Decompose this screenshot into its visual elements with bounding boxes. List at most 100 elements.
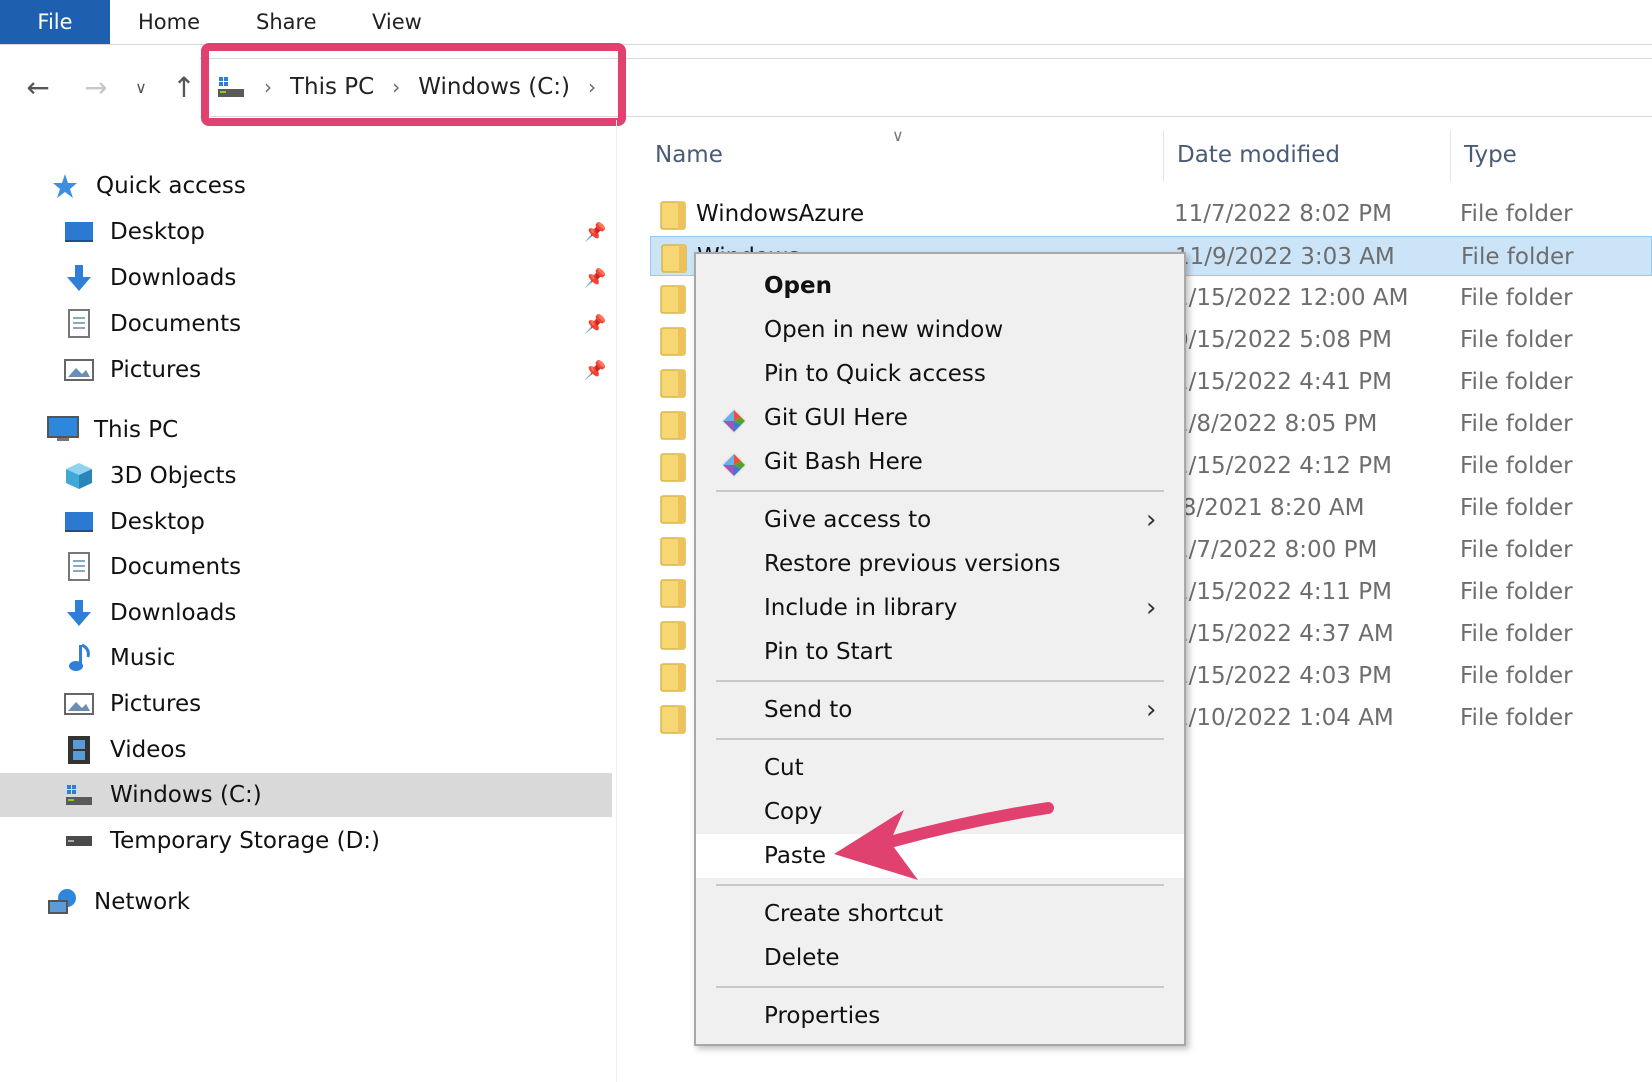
folder-icon <box>660 411 686 440</box>
menu-separator <box>716 490 1164 492</box>
nav-quick-access[interactable]: Quick access <box>48 164 246 208</box>
nav-label: This PC <box>94 417 179 443</box>
tab-view[interactable]: View <box>372 0 422 44</box>
download-icon <box>62 261 96 295</box>
nav-label: Downloads <box>110 265 237 291</box>
file-type: File folder <box>1460 453 1573 479</box>
folder-icon <box>660 285 686 314</box>
music-icon <box>62 641 96 675</box>
nav-pc-temporary-storage[interactable]: Temporary Storage (D:) <box>62 819 380 863</box>
document-icon <box>62 307 96 341</box>
star-icon <box>48 169 82 203</box>
nav-label: Music <box>110 645 176 671</box>
nav-label: Desktop <box>110 219 205 245</box>
column-header-name[interactable]: Name <box>655 132 723 178</box>
folder-icon <box>660 705 686 734</box>
menu-item-git-bash[interactable]: Git Bash Here <box>696 440 1184 484</box>
navigation-pane: Quick access Desktop 📌 Downloads 📌 Docum… <box>0 140 612 1082</box>
nav-label: Desktop <box>110 509 205 535</box>
menu-item-delete[interactable]: Delete <box>696 936 1184 980</box>
menu-separator <box>716 680 1164 682</box>
nav-pc-pictures[interactable]: Pictures <box>62 682 201 726</box>
nav-network[interactable]: Network <box>46 880 190 924</box>
menu-separator <box>716 738 1164 740</box>
column-separator[interactable] <box>1450 130 1451 182</box>
desktop-icon <box>62 215 96 249</box>
back-arrow-icon[interactable]: ← <box>20 68 56 108</box>
pin-icon[interactable]: 📌 <box>584 315 606 335</box>
computer-icon <box>46 413 80 447</box>
nav-3d-objects[interactable]: 3D Objects <box>62 454 237 498</box>
nav-label: Temporary Storage (D:) <box>110 828 381 854</box>
nav-label: Pictures <box>110 691 202 717</box>
pane-splitter[interactable] <box>616 120 617 1082</box>
file-type: File folder <box>1460 327 1573 353</box>
folder-icon <box>661 244 687 273</box>
menu-item-open[interactable]: Open <box>696 264 1184 308</box>
nav-label: Documents <box>110 311 242 337</box>
file-type: File folder <box>1460 369 1573 395</box>
folder-icon <box>660 495 686 524</box>
file-date: 0/15/2022 5:08 PM <box>1174 327 1392 353</box>
nav-label: Downloads <box>110 600 237 626</box>
file-date: 1/15/2022 4:41 PM <box>1174 369 1392 395</box>
nav-label: Windows (C:) <box>110 782 262 808</box>
nav-quick-documents[interactable]: Documents <box>62 302 241 346</box>
file-date: 1/15/2022 4:03 PM <box>1174 663 1392 689</box>
git-icon <box>720 406 748 434</box>
up-arrow-icon[interactable]: ↑ <box>166 68 202 108</box>
menu-item-properties[interactable]: Properties <box>696 994 1184 1038</box>
menu-item-give-access[interactable]: Give access to › <box>696 498 1184 542</box>
tab-home[interactable]: Home <box>138 0 200 44</box>
drive-icon <box>62 824 96 858</box>
folder-icon <box>660 201 686 230</box>
nav-this-pc[interactable]: This PC <box>46 408 178 452</box>
forward-arrow-icon[interactable]: → <box>78 68 114 108</box>
nav-pc-music[interactable]: Music <box>62 636 175 680</box>
file-date: 1/15/2022 4:37 AM <box>1174 621 1394 647</box>
folder-icon <box>660 369 686 398</box>
chevron-right-icon: › <box>1146 593 1157 623</box>
nav-label: Videos <box>110 737 187 763</box>
annotation-highlight-box <box>201 43 626 126</box>
nav-pc-videos[interactable]: Videos <box>62 728 186 772</box>
nav-label: Documents <box>110 554 242 580</box>
nav-pc-desktop[interactable]: Desktop <box>62 500 205 544</box>
file-date: 1/15/2022 4:11 PM <box>1174 579 1392 605</box>
file-date: 1/15/2022 12:00 AM <box>1174 285 1409 311</box>
menu-item-include-library[interactable]: Include in library › <box>696 586 1184 630</box>
pin-icon[interactable]: 📌 <box>584 361 606 381</box>
nav-label: Quick access <box>96 173 246 199</box>
download-icon <box>62 596 96 630</box>
file-type: File folder <box>1460 201 1573 227</box>
column-header-date[interactable]: Date modified <box>1177 132 1340 178</box>
folder-icon <box>660 621 686 650</box>
nav-pc-windows-c[interactable]: Windows (C:) <box>0 773 612 817</box>
nav-quick-downloads[interactable]: Downloads <box>62 256 236 300</box>
pin-icon[interactable]: 📌 <box>584 269 606 289</box>
file-date: 1/8/2022 8:05 PM <box>1174 411 1378 437</box>
column-separator[interactable] <box>1163 130 1164 182</box>
context-menu: Open Open in new window Pin to Quick acc… <box>694 252 1186 1046</box>
chevron-down-icon[interactable]: ∨ <box>126 68 156 108</box>
nav-quick-desktop[interactable]: Desktop <box>62 210 205 254</box>
menu-item-restore-versions[interactable]: Restore previous versions <box>696 542 1184 586</box>
tab-share[interactable]: Share <box>256 0 317 44</box>
menu-item-open-new-window[interactable]: Open in new window <box>696 308 1184 352</box>
menu-item-send-to[interactable]: Send to › <box>696 688 1184 732</box>
menu-item-pin-start[interactable]: Pin to Start <box>696 630 1184 674</box>
file-type: File folder <box>1460 663 1573 689</box>
column-header-type[interactable]: Type <box>1464 132 1517 178</box>
ribbon: File Home Share View <box>0 0 1652 45</box>
file-row[interactable]: WindowsAzure 11/7/2022 8:02 PM File folder <box>650 194 1652 234</box>
tab-file[interactable]: File <box>0 0 110 44</box>
menu-item-create-shortcut[interactable]: Create shortcut <box>696 892 1184 936</box>
document-icon <box>62 550 96 584</box>
nav-quick-pictures[interactable]: Pictures <box>62 348 201 392</box>
nav-pc-documents[interactable]: Documents <box>62 545 241 589</box>
chevron-right-icon: › <box>1146 505 1157 535</box>
menu-item-git-gui[interactable]: Git GUI Here <box>696 396 1184 440</box>
nav-pc-downloads[interactable]: Downloads <box>62 591 236 635</box>
pin-icon[interactable]: 📌 <box>584 223 606 243</box>
menu-item-pin-quick-access[interactable]: Pin to Quick access <box>696 352 1184 396</box>
